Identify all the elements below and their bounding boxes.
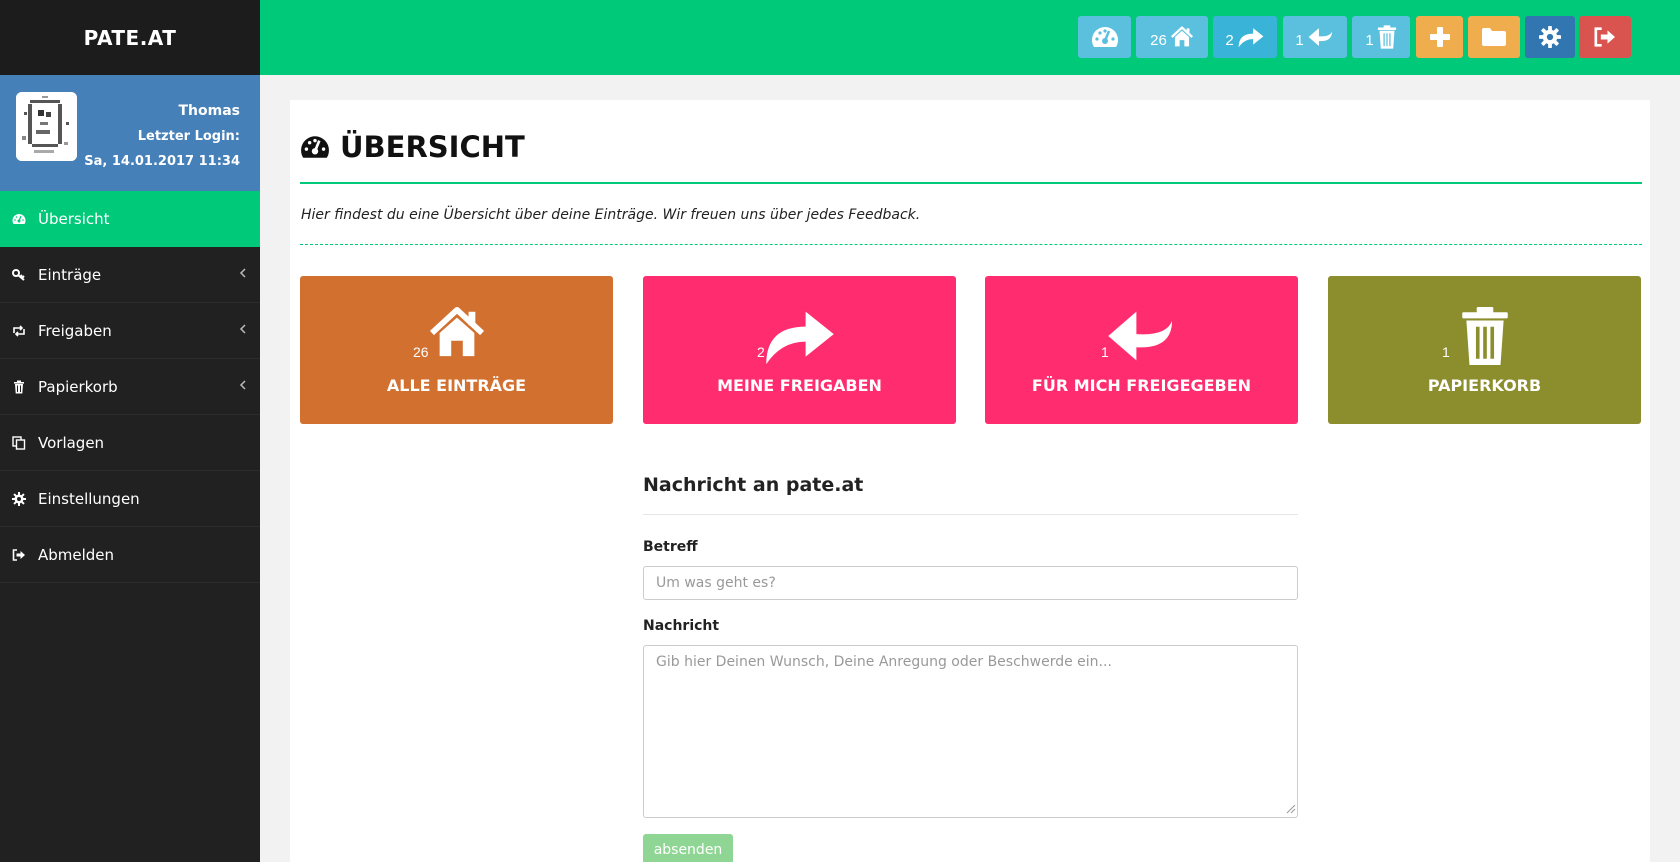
tile-label: ALLE EINTRÄGE	[386, 376, 527, 395]
gear-icon	[12, 491, 26, 506]
tile-label: PAPIERKORB	[1427, 376, 1542, 395]
toolbar-add-button[interactable]	[1416, 16, 1463, 58]
trash-icon	[1377, 25, 1396, 49]
reply-icon	[1107, 311, 1172, 361]
tile-alle-eintraege[interactable]: 26 ALLE EINTRÄGE	[300, 276, 613, 424]
copy-icon	[12, 435, 26, 450]
toolbar-trash-count: 1	[1365, 31, 1374, 49]
page-title: ÜBERSICHT	[300, 130, 525, 164]
toolbar-trash-button[interactable]: 1	[1352, 16, 1410, 58]
sign-out-icon	[12, 548, 26, 562]
chevron-left-icon	[239, 324, 246, 334]
tile-label: MEINE FREIGABEN	[717, 376, 882, 395]
sidebar-nav: Übersicht Einträge Freigaben Papierkorb	[0, 191, 260, 583]
sign-out-icon	[1594, 27, 1615, 47]
sidebar-item-uebersicht[interactable]: Übersicht	[0, 191, 260, 247]
message-textarea[interactable]	[643, 645, 1298, 818]
sidebar-item-label: Abmelden	[38, 545, 115, 564]
user-panel: Thomas Letzter Login: Sa, 14.01.2017 11:…	[0, 75, 260, 191]
tile-fuer-mich-freigegeben[interactable]: 1 FÜR MICH FREIGEGEBEN	[985, 276, 1298, 424]
main-content: ÜBERSICHT Hier findest du eine Übersicht…	[290, 100, 1650, 862]
brand-logo[interactable]: PATE.AT	[0, 0, 260, 75]
toolbar-share-count: 2	[1225, 31, 1234, 49]
dashboard-icon	[1091, 27, 1118, 47]
sidebar: PATE.AT Thomas Letzter Login: Sa, 14.01.…	[0, 0, 260, 862]
sidebar-item-einstellungen[interactable]: Einstellungen	[0, 471, 260, 527]
title-divider	[300, 182, 1642, 184]
toolbar-home-count: 26	[1150, 31, 1167, 49]
toolbar-dashboard-button[interactable]	[1078, 16, 1131, 58]
key-icon	[12, 268, 26, 282]
gear-icon	[1539, 26, 1561, 48]
dashboard-icon	[12, 212, 26, 226]
plus-icon	[1429, 27, 1450, 47]
tile-meine-freigaben[interactable]: 2 MEINE FREIGABEN	[643, 276, 956, 424]
sidebar-item-label: Übersicht	[38, 209, 110, 228]
last-login-value: Sa, 14.01.2017 11:34	[84, 154, 240, 169]
toolbar-share-button[interactable]: 2	[1213, 16, 1277, 58]
sidebar-item-label: Einträge	[38, 265, 102, 284]
sidebar-item-label: Papierkorb	[38, 377, 118, 396]
reply-icon	[1308, 28, 1332, 46]
subject-label: Betreff	[643, 539, 698, 555]
submit-button[interactable]: absenden	[643, 834, 733, 862]
chevron-left-icon	[239, 380, 246, 390]
trash-icon	[1461, 307, 1508, 365]
toolbar-logout-button[interactable]	[1579, 16, 1631, 58]
intro-text: Hier findest du eine Übersicht über dein…	[301, 207, 921, 223]
toolbar-folder-button[interactable]	[1468, 16, 1520, 58]
tile-papierkorb[interactable]: 1 PAPIERKORB	[1328, 276, 1641, 424]
sidebar-item-papierkorb[interactable]: Papierkorb	[0, 359, 260, 415]
sidebar-item-label: Freigaben	[38, 321, 112, 340]
trash-icon	[12, 380, 26, 394]
toolbar-settings-button[interactable]	[1525, 16, 1575, 58]
tile-count: 1	[1442, 344, 1450, 360]
tile-count: 26	[413, 344, 429, 360]
folder-icon	[1482, 28, 1506, 46]
sidebar-item-vorlagen[interactable]: Vorlagen	[0, 415, 260, 471]
user-name: Thomas	[178, 103, 240, 119]
top-toolbar: 26 2 1 1	[260, 0, 1680, 75]
subject-input[interactable]	[643, 566, 1298, 600]
dashboard-icon	[301, 136, 329, 158]
sidebar-item-label: Einstellungen	[38, 489, 140, 508]
share-icon	[765, 311, 834, 365]
user-info: Thomas Letzter Login: Sa, 14.01.2017 11:…	[84, 99, 240, 174]
form-title: Nachricht an pate.at	[643, 474, 864, 496]
dashed-divider	[300, 244, 1642, 245]
home-icon	[1170, 26, 1193, 47]
tile-count: 1	[1101, 344, 1109, 360]
toolbar-reply-count: 1	[1295, 31, 1304, 49]
share-icon	[1238, 28, 1264, 48]
home-icon	[429, 306, 484, 357]
sidebar-item-label: Vorlagen	[38, 433, 105, 452]
message-label: Nachricht	[643, 618, 720, 634]
toolbar-home-button[interactable]: 26	[1136, 16, 1208, 58]
tile-label: FÜR MICH FREIGEGEBEN	[1031, 376, 1252, 395]
retweet-icon	[12, 324, 26, 338]
sidebar-item-eintraege[interactable]: Einträge	[0, 247, 260, 303]
toolbar-reply-button[interactable]: 1	[1283, 16, 1347, 58]
form-divider	[643, 514, 1298, 515]
chevron-left-icon	[239, 268, 246, 278]
page-title-text: ÜBERSICHT	[340, 130, 525, 164]
resize-grip-icon[interactable]	[1284, 802, 1296, 814]
last-login-label: Letzter Login:	[137, 129, 240, 144]
tile-count: 2	[757, 344, 765, 360]
avatar	[16, 92, 77, 161]
sidebar-item-freigaben[interactable]: Freigaben	[0, 303, 260, 359]
sidebar-item-abmelden[interactable]: Abmelden	[0, 527, 260, 583]
